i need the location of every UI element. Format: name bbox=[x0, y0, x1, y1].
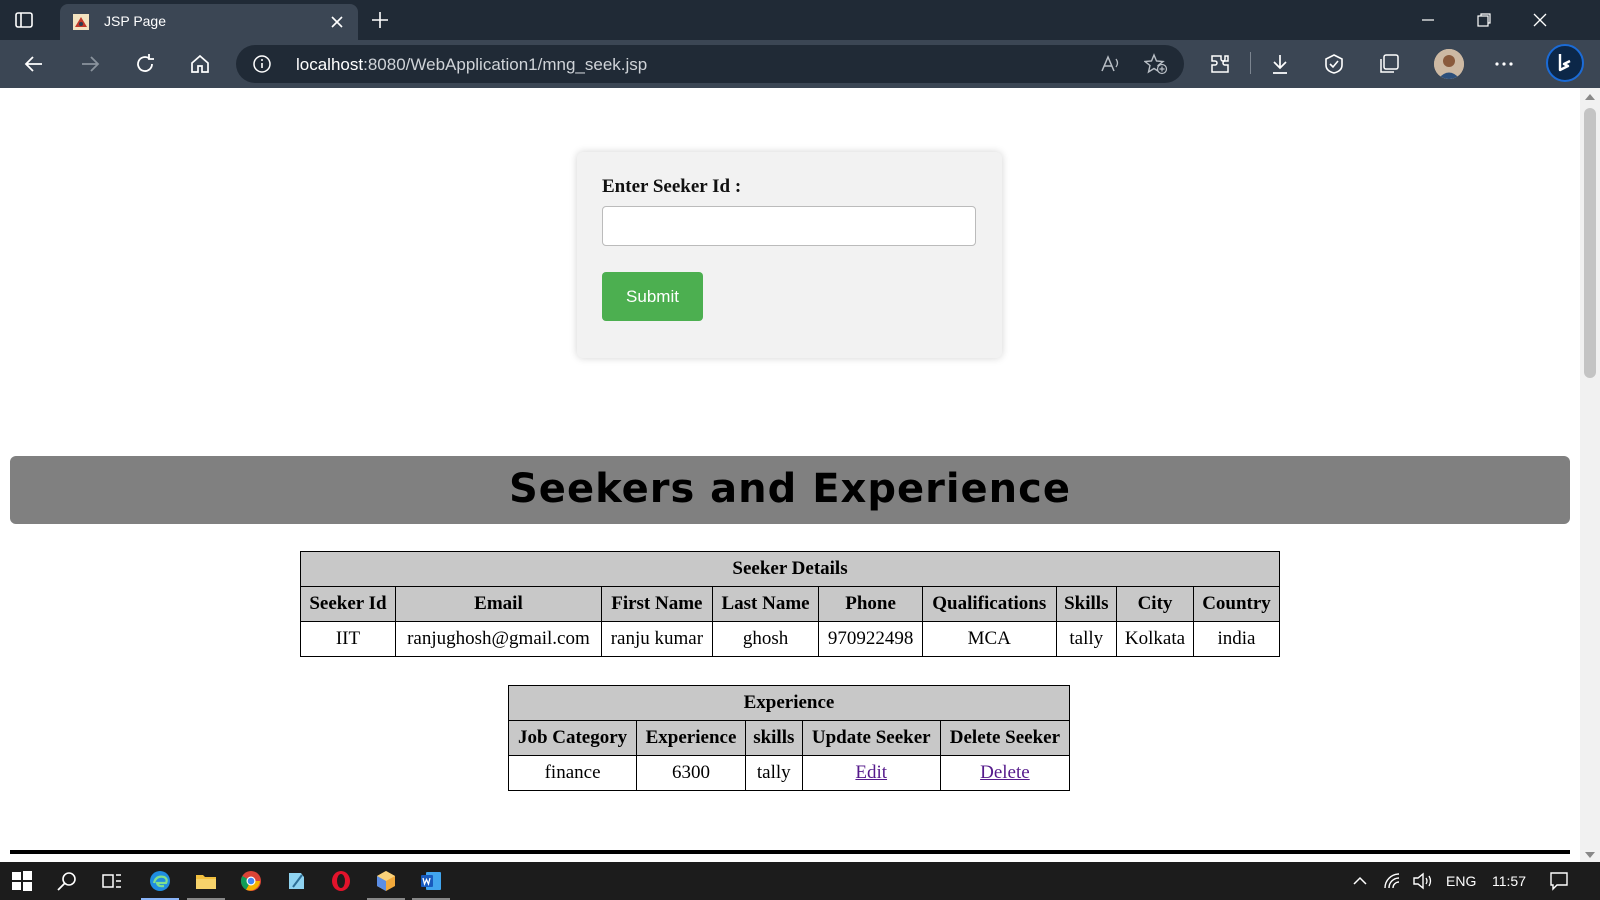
column-header: City bbox=[1116, 586, 1194, 622]
cell-city: Kolkata bbox=[1116, 621, 1194, 657]
column-header: Phone bbox=[818, 586, 923, 622]
cell-update: Edit bbox=[801, 755, 941, 791]
vertical-scrollbar[interactable] bbox=[1580, 88, 1600, 862]
tab-bar: JSP Page bbox=[0, 0, 1600, 40]
toolbar-divider bbox=[1250, 52, 1251, 74]
language-indicator[interactable]: ENG bbox=[1446, 873, 1476, 889]
close-tab-icon[interactable] bbox=[328, 13, 346, 31]
page-title: Seekers and Experience bbox=[509, 466, 1071, 512]
table-row: IIT ranjughosh@gmail.com ranju kumar gho… bbox=[300, 621, 1280, 657]
seeker-id-input[interactable] bbox=[602, 206, 976, 246]
column-header: Job Category bbox=[507, 720, 638, 756]
seeker-search-form: Enter Seeker Id : Submit bbox=[577, 152, 1002, 358]
submit-button[interactable]: Submit bbox=[602, 272, 703, 321]
page-banner: Seekers and Experience bbox=[10, 456, 1570, 524]
forward-icon[interactable] bbox=[78, 52, 102, 76]
chrome-icon[interactable] bbox=[239, 869, 263, 893]
cell-experience: 6300 bbox=[636, 755, 746, 791]
bing-icon bbox=[1558, 54, 1571, 72]
experience-table-header-row: Job Category Experience skills Update Se… bbox=[507, 720, 1071, 756]
web-page: Enter Seeker Id : Submit Seekers and Exp… bbox=[0, 88, 1580, 862]
new-tab-icon[interactable] bbox=[370, 10, 390, 30]
app-package-icon[interactable] bbox=[374, 869, 398, 893]
network-icon[interactable] bbox=[1382, 871, 1402, 891]
word-icon[interactable] bbox=[419, 869, 443, 893]
profile-person-icon bbox=[1434, 49, 1464, 79]
windows-taskbar: ENG 11:57 bbox=[0, 862, 1600, 900]
home-icon[interactable] bbox=[188, 52, 212, 76]
delete-link[interactable]: Delete bbox=[980, 762, 1030, 783]
opera-icon[interactable] bbox=[329, 869, 353, 893]
add-favorite-icon[interactable] bbox=[1144, 53, 1168, 75]
url-text: localhost:8080/WebApplication1/mng_seek.… bbox=[296, 55, 647, 75]
column-header: Last Name bbox=[711, 586, 820, 622]
seeker-table-header-row: Seeker Id Email First Name Last Name Pho… bbox=[300, 586, 1280, 622]
seeker-table-caption: Seeker Details bbox=[300, 551, 1280, 587]
edit-link[interactable]: Edit bbox=[855, 762, 887, 783]
close-window-icon[interactable] bbox=[1530, 10, 1550, 30]
cell-first-name: ranju kumar bbox=[600, 621, 713, 657]
horizontal-rule bbox=[10, 850, 1570, 854]
scroll-down-arrow-icon[interactable] bbox=[1585, 852, 1595, 858]
column-header: Email bbox=[394, 586, 602, 622]
seeker-details-table: Seeker Details Seeker Id Email First Nam… bbox=[300, 551, 1280, 657]
scroll-up-arrow-icon[interactable] bbox=[1585, 94, 1595, 100]
seeker-id-label: Enter Seeker Id : bbox=[602, 176, 742, 197]
cell-skills: tally bbox=[744, 755, 803, 791]
show-hidden-icons-icon[interactable] bbox=[1350, 871, 1370, 891]
experience-table-caption: Experience bbox=[508, 685, 1070, 721]
tab-title: JSP Page bbox=[104, 13, 167, 29]
column-header: Seeker Id bbox=[300, 586, 396, 622]
browser-toolbar: localhost:8080/WebApplication1/mng_seek.… bbox=[0, 40, 1600, 88]
java-favicon-icon bbox=[73, 14, 89, 30]
minimize-icon[interactable] bbox=[1418, 10, 1438, 30]
address-bar[interactable]: localhost:8080/WebApplication1/mng_seek.… bbox=[236, 45, 1184, 83]
task-view-icon[interactable] bbox=[100, 869, 124, 893]
file-explorer-icon[interactable] bbox=[194, 869, 218, 893]
back-icon[interactable] bbox=[22, 52, 46, 76]
column-header: First Name bbox=[600, 586, 713, 622]
browser-essentials-icon[interactable] bbox=[1322, 52, 1346, 76]
cell-job-category: finance bbox=[507, 755, 638, 791]
column-header: Qualifications bbox=[921, 586, 1057, 622]
notifications-icon[interactable] bbox=[1548, 870, 1570, 892]
collections-icon[interactable] bbox=[1377, 52, 1401, 76]
cell-qualifications: MCA bbox=[921, 621, 1057, 657]
bing-copilot-button[interactable] bbox=[1546, 44, 1584, 82]
profile-avatar[interactable] bbox=[1434, 49, 1464, 79]
cell-skills: tally bbox=[1055, 621, 1118, 657]
more-options-icon[interactable] bbox=[1492, 52, 1516, 76]
extensions-icon[interactable] bbox=[1208, 52, 1232, 76]
read-aloud-icon[interactable] bbox=[1100, 54, 1122, 74]
refresh-icon[interactable] bbox=[133, 52, 157, 76]
downloads-icon[interactable] bbox=[1268, 52, 1292, 76]
column-header: Update Seeker bbox=[801, 720, 941, 756]
experience-table: Experience Job Category Experience skill… bbox=[507, 685, 1071, 791]
column-header: Skills bbox=[1055, 586, 1118, 622]
cell-last-name: ghosh bbox=[711, 621, 820, 657]
column-header: Experience bbox=[636, 720, 746, 756]
notepad-icon[interactable] bbox=[284, 869, 308, 893]
cell-seeker-id: IIT bbox=[300, 621, 396, 657]
cell-country: india bbox=[1193, 621, 1280, 657]
tab-actions-icon[interactable] bbox=[14, 10, 34, 30]
windows-start-icon[interactable] bbox=[10, 869, 34, 893]
edge-icon[interactable] bbox=[148, 869, 172, 893]
clock-time[interactable]: 11:57 bbox=[1492, 873, 1526, 889]
browser-tab[interactable]: JSP Page bbox=[60, 4, 358, 40]
column-header: Delete Seeker bbox=[939, 720, 1071, 756]
restore-icon[interactable] bbox=[1474, 10, 1494, 30]
cell-delete: Delete bbox=[939, 755, 1071, 791]
url-host: localhost bbox=[296, 55, 364, 74]
table-row: finance 6300 tally Edit Delete bbox=[507, 755, 1071, 791]
scroll-thumb[interactable] bbox=[1584, 108, 1596, 378]
volume-icon[interactable] bbox=[1412, 871, 1434, 891]
column-header: skills bbox=[744, 720, 803, 756]
cell-phone: 970922498 bbox=[818, 621, 923, 657]
url-path: :8080/WebApplication1/mng_seek.jsp bbox=[363, 55, 648, 74]
search-icon[interactable] bbox=[55, 869, 79, 893]
cell-email: ranjughosh@gmail.com bbox=[394, 621, 602, 657]
site-info-icon[interactable] bbox=[252, 54, 272, 74]
column-header: Country bbox=[1193, 586, 1280, 622]
